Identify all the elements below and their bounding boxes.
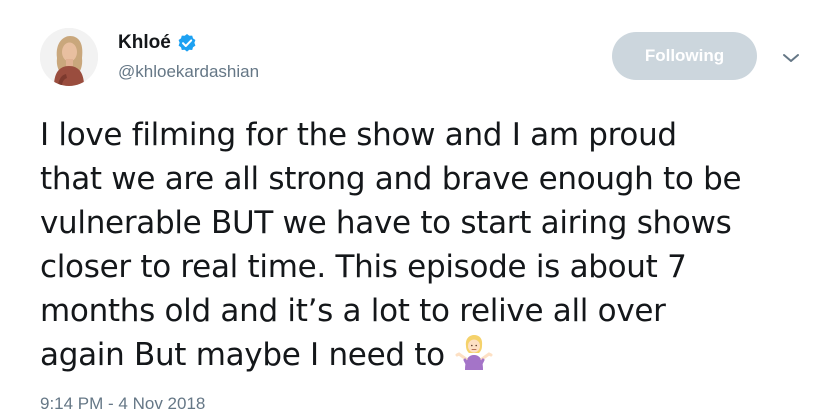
tweet-text: I love filming for the show and I am pro… [40, 113, 820, 377]
avatar[interactable] [40, 28, 98, 86]
tweet-card: Khloé @khloekardashian Following I love … [0, 0, 824, 420]
tweet-timestamp[interactable]: 9:14 PM - 4 Nov 2018 [40, 394, 205, 414]
profile-photo-icon [40, 28, 98, 86]
tweet-text-last-line: again But maybe I need to [40, 333, 820, 377]
tweet-text-line: vulnerable BUT we have to start airing s… [40, 205, 732, 241]
following-button[interactable]: Following [612, 32, 757, 80]
author-name-row: Khloé [118, 32, 197, 54]
chevron-down-icon[interactable] [782, 52, 800, 64]
display-name[interactable]: Khloé [118, 32, 171, 54]
tweet-text-line: I love filming for the show and I am pro… [40, 117, 677, 153]
author-handle[interactable]: @khloekardashian [118, 62, 259, 82]
verified-badge-icon [177, 33, 197, 53]
tweet-text-line: again But maybe I need to [40, 337, 445, 373]
tweet-text-line: months old and it’s a lot to relive all … [40, 293, 666, 329]
person-shrugging-emoji-icon [455, 333, 493, 371]
tweet-text-line: closer to real time. This episode is abo… [40, 249, 687, 285]
tweet-text-line: that we are all strong and brave enough … [40, 161, 742, 197]
